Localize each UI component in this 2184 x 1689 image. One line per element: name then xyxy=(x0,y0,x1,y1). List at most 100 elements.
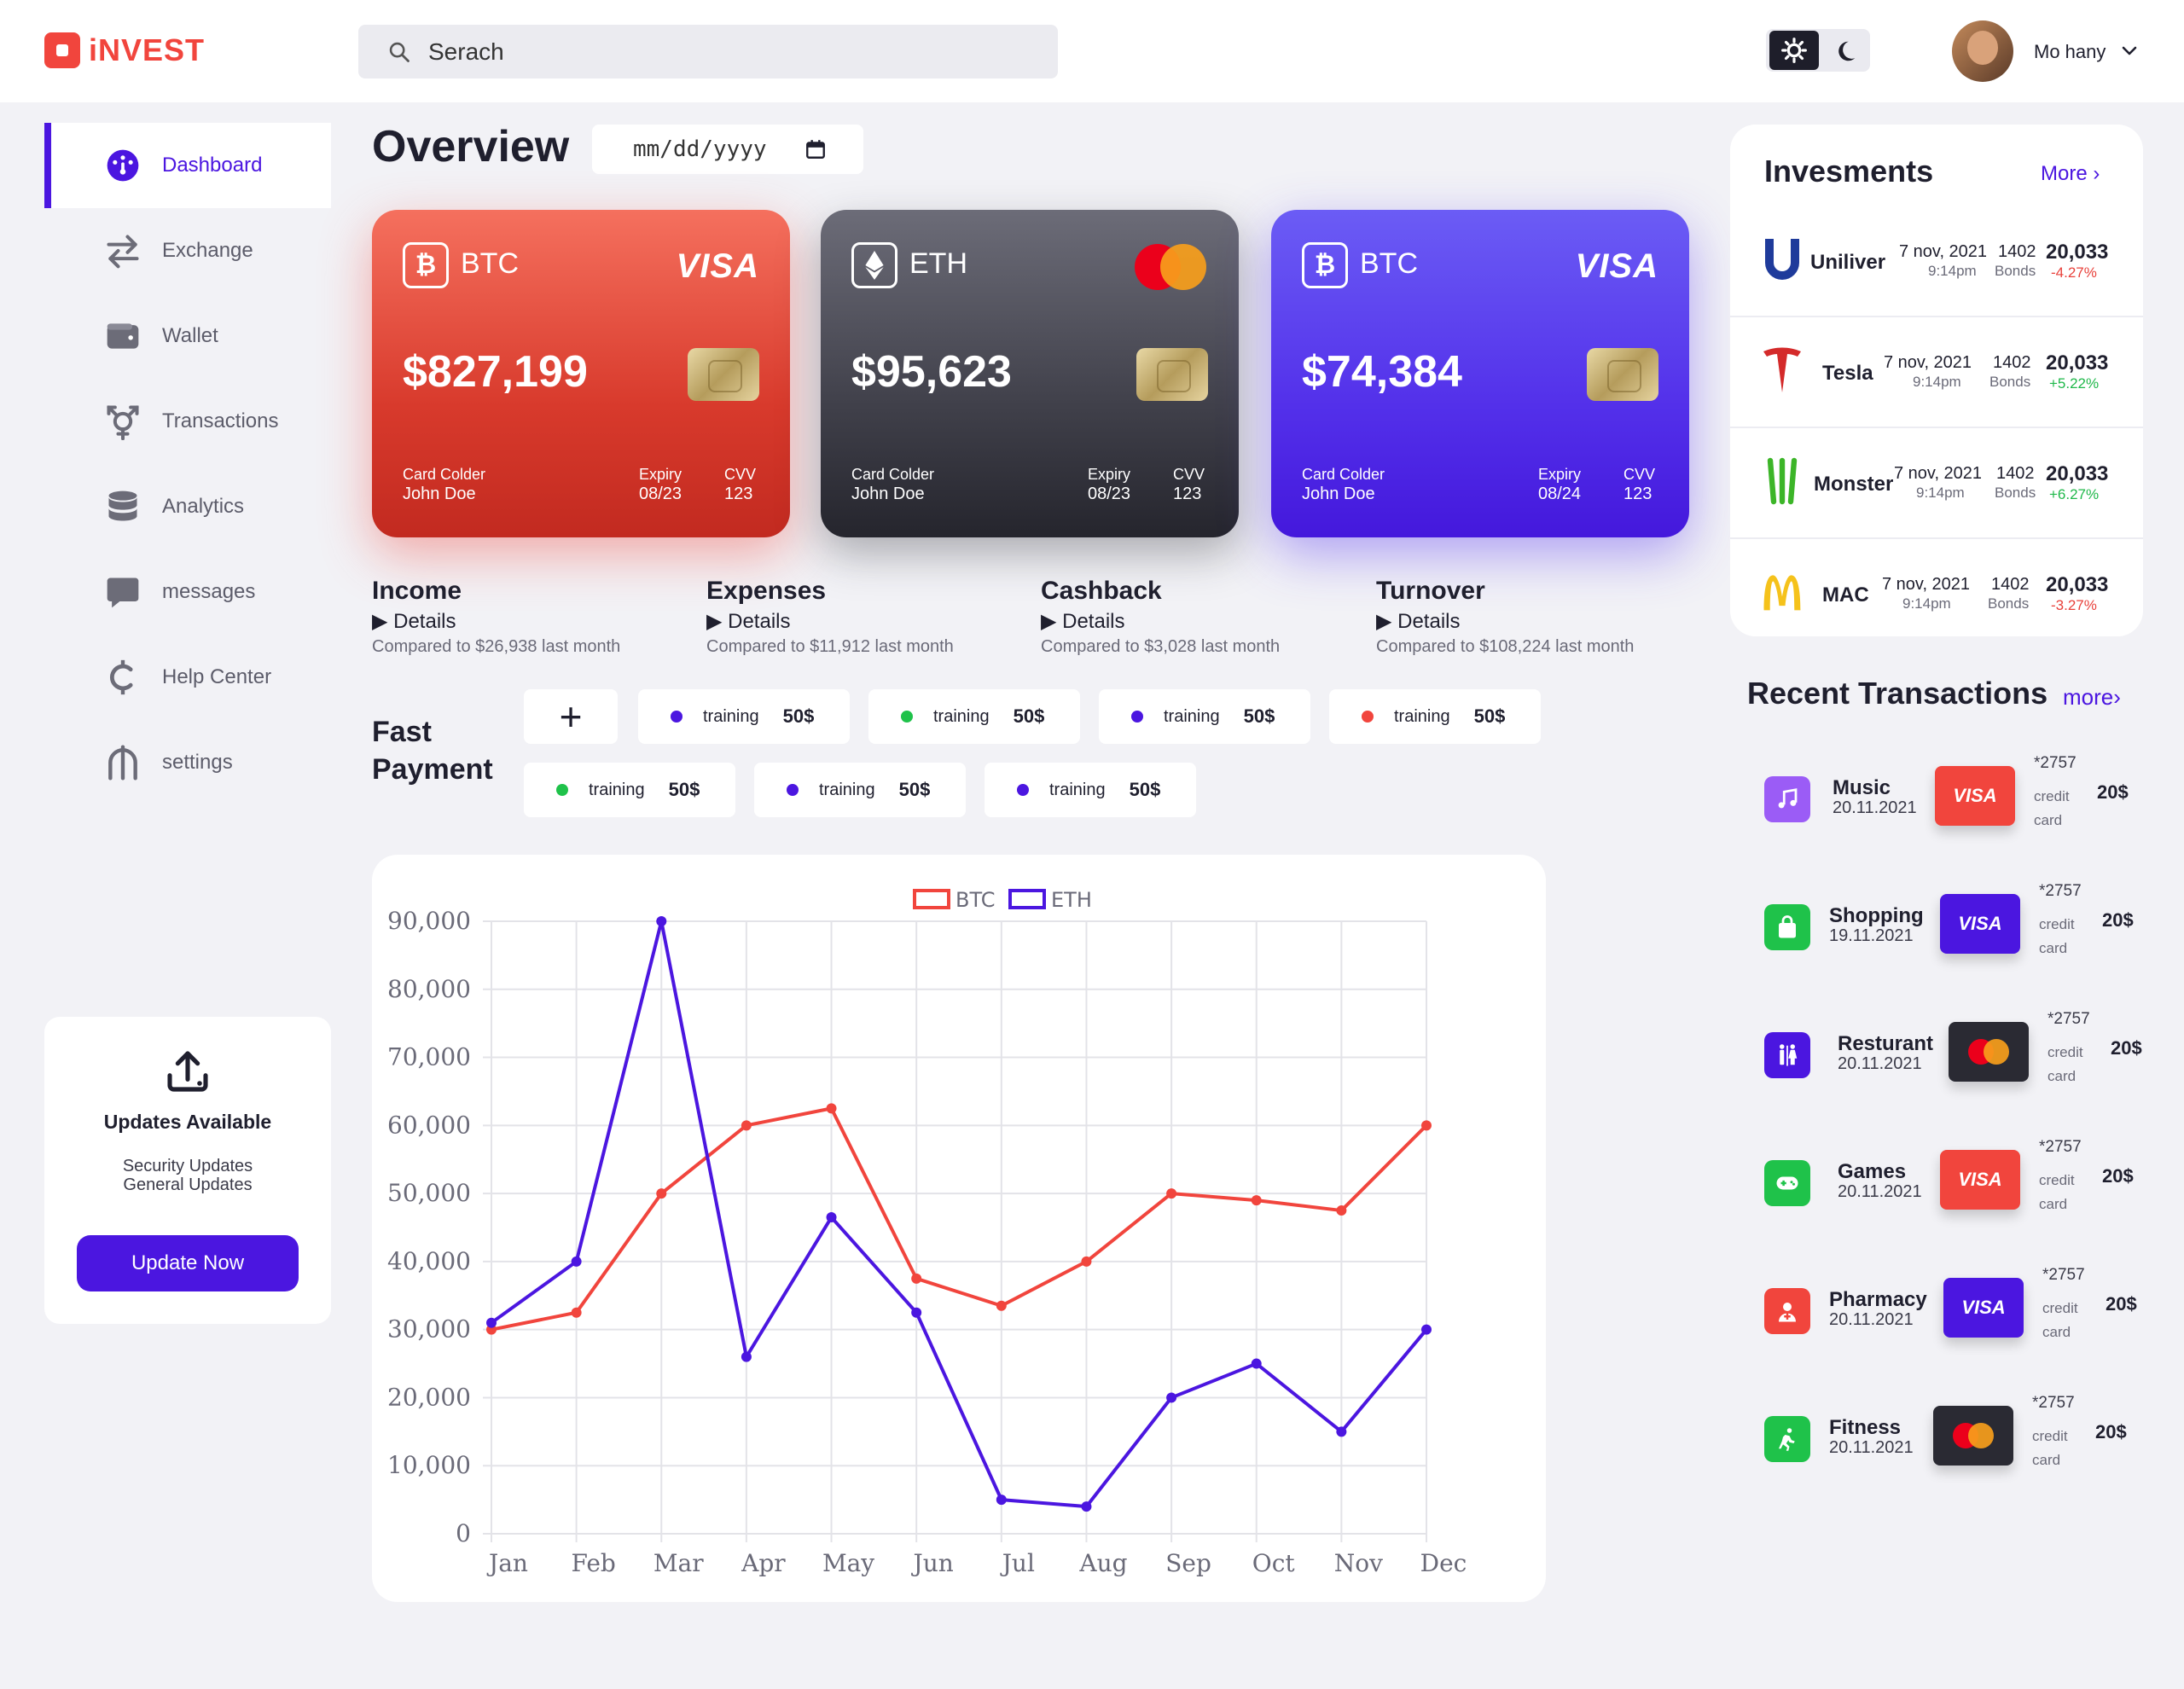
sidebar-item-analytics[interactable]: Analytics xyxy=(44,464,331,549)
payment-pill[interactable]: training 50$ xyxy=(524,763,735,817)
transactions-more-link[interactable]: more› xyxy=(2063,684,2121,711)
investment-date: 7 nov, 2021 xyxy=(1882,575,1971,594)
transaction-row[interactable]: Shopping 19.11.2021 VISA *2757 credit ca… xyxy=(1747,875,2157,978)
card-type: card xyxy=(2048,1068,2077,1084)
chevron-down-icon[interactable] xyxy=(2119,41,2140,61)
sidebar-item-dashboard[interactable]: Dashboard xyxy=(44,123,331,208)
transaction-amount: 20$ xyxy=(2111,1037,2142,1059)
btc-card[interactable]: ₿ BTC VISA $827,199 Card Colder John Doe… xyxy=(372,210,790,537)
data-point-eth xyxy=(1166,1392,1177,1403)
sidebar-item-transactions[interactable]: Transactions xyxy=(44,379,331,464)
investment-row[interactable]: MAC 7 nov, 2021 9:14pm 1402 Bonds 20,033… xyxy=(1730,539,2143,650)
search-input[interactable]: Serach xyxy=(358,25,1058,78)
details-toggle[interactable]: ▶ Details xyxy=(372,609,620,634)
card-number: *2757 xyxy=(2042,1266,2085,1284)
details-toggle[interactable]: ▶ Details xyxy=(706,609,954,634)
investment-row[interactable]: Tesla 7 nov, 2021 9:14pm 1402 Bonds 20,0… xyxy=(1730,317,2143,428)
details-label: Details xyxy=(393,610,456,633)
transaction-row[interactable]: Games 20.11.2021 VISA *2757 credit card … xyxy=(1747,1131,2157,1233)
eth-card[interactable]: ETH $95,623 Card Colder John Doe Expiry … xyxy=(821,210,1239,537)
payment-amount: 50$ xyxy=(1013,705,1045,727)
card-type: card xyxy=(2039,940,2068,956)
legend-swatch-eth xyxy=(1008,889,1046,909)
card-type: card xyxy=(2039,1196,2068,1212)
details-label: Details xyxy=(1062,610,1125,633)
avatar[interactable] xyxy=(1952,20,2013,82)
dark-mode-button[interactable] xyxy=(1826,32,1865,70)
investment-unit: Bonds xyxy=(1995,263,2036,279)
card-expiry-label: Expiry xyxy=(1088,466,1131,483)
payment-label: training xyxy=(933,706,990,726)
update-now-button[interactable]: Update Now xyxy=(77,1235,299,1291)
card-cvv-label: CVV xyxy=(1623,466,1656,483)
data-point-btc xyxy=(1251,1195,1262,1206)
investment-change: -3.27% xyxy=(2051,597,2097,613)
investment-name: MAC xyxy=(1822,583,1869,607)
btc-card-blue[interactable]: ₿ BTC VISA $74,384 Card Colder John Doe … xyxy=(1271,210,1689,537)
data-point-eth xyxy=(1421,1324,1432,1335)
transaction-row[interactable]: Music 20.11.2021 VISA *2757 credit card … xyxy=(1747,747,2157,850)
calendar-icon[interactable] xyxy=(804,138,827,160)
x-tick-label: Mar xyxy=(653,1549,704,1577)
bitcoin-icon: ₿ xyxy=(1302,242,1348,288)
date-picker[interactable]: mm/dd/yyyy xyxy=(592,125,863,174)
x-tick-label: Aug xyxy=(1078,1549,1127,1577)
investment-count: 1402 xyxy=(1991,575,2030,594)
sidebar-item-messages[interactable]: messages xyxy=(44,549,331,635)
transaction-row[interactable]: Fitness 20.11.2021 *2757 credit card 20$ xyxy=(1747,1387,2157,1489)
investments-more-link[interactable]: More › xyxy=(2041,162,2100,186)
payment-pill[interactable]: training 50$ xyxy=(1099,689,1310,744)
payment-label: training xyxy=(819,780,875,799)
transaction-amount: 20$ xyxy=(2106,1293,2137,1315)
card-cvv-label: CVV xyxy=(1173,466,1205,483)
investment-row[interactable]: Uniliver 7 nov, 2021 9:14pm 1402 Bonds 2… xyxy=(1730,206,2143,317)
details-toggle[interactable]: ▶ Details xyxy=(1376,609,1634,634)
investment-unit: Bonds xyxy=(1995,485,2036,501)
user-name[interactable]: Mo hany xyxy=(2034,41,2106,63)
mastercard-card-thumb xyxy=(1949,1022,2029,1082)
more-label: more xyxy=(2063,684,2114,710)
investment-value: 20,033 xyxy=(2046,241,2109,264)
payment-amount: 50$ xyxy=(668,779,700,800)
sidebar-nav: Dashboard Exchange Wallet Transactions A… xyxy=(44,123,331,805)
card-chip-icon xyxy=(1587,348,1658,401)
mastercard-logo xyxy=(1135,244,1206,290)
data-point-btc xyxy=(1421,1120,1432,1131)
card-holder: John Doe xyxy=(851,485,925,503)
y-tick-label: 90,000 xyxy=(387,907,471,935)
transaction-row[interactable]: Resturant 20.11.2021 *2757 credit card 2… xyxy=(1747,1003,2157,1106)
transaction-name: Music xyxy=(1833,776,1891,799)
payment-pill[interactable]: training 50$ xyxy=(638,689,850,744)
transaction-name: Fitness xyxy=(1829,1416,1902,1439)
sidebar-item-wallet[interactable]: Wallet xyxy=(44,293,331,379)
investment-unit: Bonds xyxy=(1988,595,2030,612)
visa-logo: VISA xyxy=(676,247,759,285)
payment-pill[interactable]: training 50$ xyxy=(1329,689,1541,744)
payment-pill[interactable]: training 50$ xyxy=(868,689,1080,744)
sidebar-item-label: Analytics xyxy=(162,495,245,518)
brand-logo[interactable]: iNVEST xyxy=(44,32,205,68)
add-payment-button[interactable]: + xyxy=(524,689,618,744)
sidebar-item-help-center[interactable]: Help Center xyxy=(44,635,331,720)
transaction-amount: 20$ xyxy=(2095,1421,2127,1442)
payment-pill[interactable]: training 50$ xyxy=(754,763,966,817)
card-number: *2757 xyxy=(2034,754,2077,772)
transaction-row[interactable]: Pharmacy 20.11.2021 VISA *2757 credit ca… xyxy=(1747,1259,2157,1361)
investment-row[interactable]: Monster 7 nov, 2021 9:14pm 1402 Bonds 20… xyxy=(1730,428,2143,539)
details-toggle[interactable]: ▶ Details xyxy=(1041,609,1280,634)
payment-pill[interactable]: training 50$ xyxy=(985,763,1196,817)
investment-name: Uniliver xyxy=(1810,251,1886,274)
card-number: *2757 xyxy=(2039,1138,2082,1156)
sidebar-item-exchange[interactable]: Exchange xyxy=(44,208,331,293)
card-number: *2757 xyxy=(2048,1010,2090,1028)
sidebar-item-settings[interactable]: settings xyxy=(44,720,331,805)
transaction-date: 20.11.2021 xyxy=(1829,1310,1914,1329)
card-number: *2757 xyxy=(2032,1394,2075,1412)
light-mode-button[interactable] xyxy=(1769,31,1819,70)
upload-icon xyxy=(167,1051,208,1092)
date-placeholder: mm/dd/yyyy xyxy=(633,136,767,162)
card-holder-label: Card Colder xyxy=(851,466,935,483)
card-type: credit xyxy=(2042,1300,2078,1316)
transaction-date: 20.11.2021 xyxy=(1838,1182,1922,1201)
recent-transactions-title: Recent Transactions xyxy=(1747,676,2048,711)
